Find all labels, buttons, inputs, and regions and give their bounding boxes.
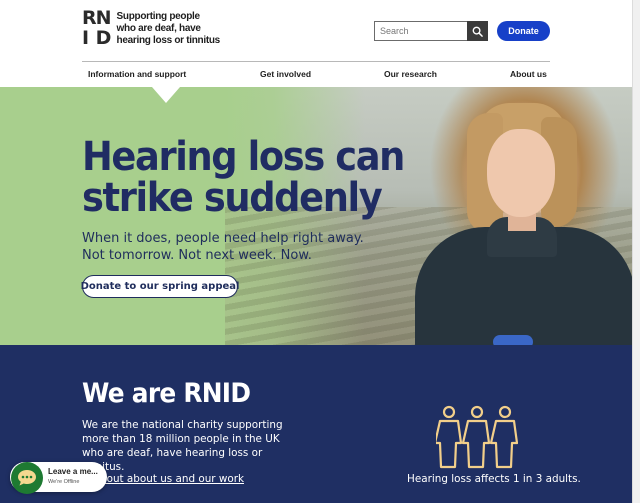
search-button[interactable]	[467, 21, 488, 41]
site-header: R N I D Supporting people who are deaf, …	[0, 0, 632, 87]
logo-mark: R N I D	[82, 7, 112, 49]
hero-notch	[152, 87, 180, 103]
stat-text: Hearing loss affects 1 in 3 adults.	[407, 473, 581, 485]
chat-status: We're Offline	[48, 479, 80, 485]
chat-widget[interactable]: Leave a me... We're Offline	[10, 462, 107, 494]
donate-button[interactable]: Donate	[497, 21, 550, 41]
logo-letter: R	[82, 7, 97, 29]
logo-tagline-line: who are deaf, have	[116, 23, 201, 34]
about-body: We are the national charity supporting m…	[82, 419, 283, 473]
spring-appeal-button[interactable]: Donate to our spring appeal	[81, 275, 239, 298]
search-box	[374, 21, 488, 41]
main-nav: Information and support Get involved Our…	[82, 62, 550, 87]
hero-title: Hearing loss can strike suddenly	[82, 134, 405, 221]
search-input[interactable]	[374, 21, 467, 41]
page-scrollbar[interactable]	[632, 0, 640, 503]
logo-tagline-line: Supporting people	[116, 11, 201, 22]
logo-letter: N	[95, 7, 112, 29]
search-icon	[472, 26, 483, 37]
nav-item-our-research[interactable]: Our research	[384, 69, 437, 79]
chat-title: Leave a me...	[48, 467, 98, 476]
logo-letter: D	[95, 27, 112, 49]
hero-title-line: strike suddenly	[82, 175, 383, 221]
nav-item-get-involved[interactable]: Get involved	[260, 69, 311, 79]
three-people-icon	[436, 405, 518, 469]
hero-body: When it does, people need help right awa…	[82, 231, 364, 263]
nav-item-information-and-support[interactable]: Information and support	[88, 69, 186, 79]
logo-letter: I	[82, 27, 89, 49]
logo-tagline: Supporting people who are deaf, have hea…	[116, 11, 221, 47]
hero-title-line: Hearing loss can	[82, 134, 405, 180]
chat-bubble-icon[interactable]	[11, 462, 43, 494]
nav-item-about-us[interactable]: About us	[510, 69, 547, 79]
about-title: We are RNID	[82, 378, 251, 409]
logo-tagline-line: hearing loss or tinnitus	[116, 35, 221, 46]
rnid-logo[interactable]: R N I D Supporting people who are deaf, …	[82, 7, 220, 51]
chat-bubble-glyph	[18, 470, 36, 486]
